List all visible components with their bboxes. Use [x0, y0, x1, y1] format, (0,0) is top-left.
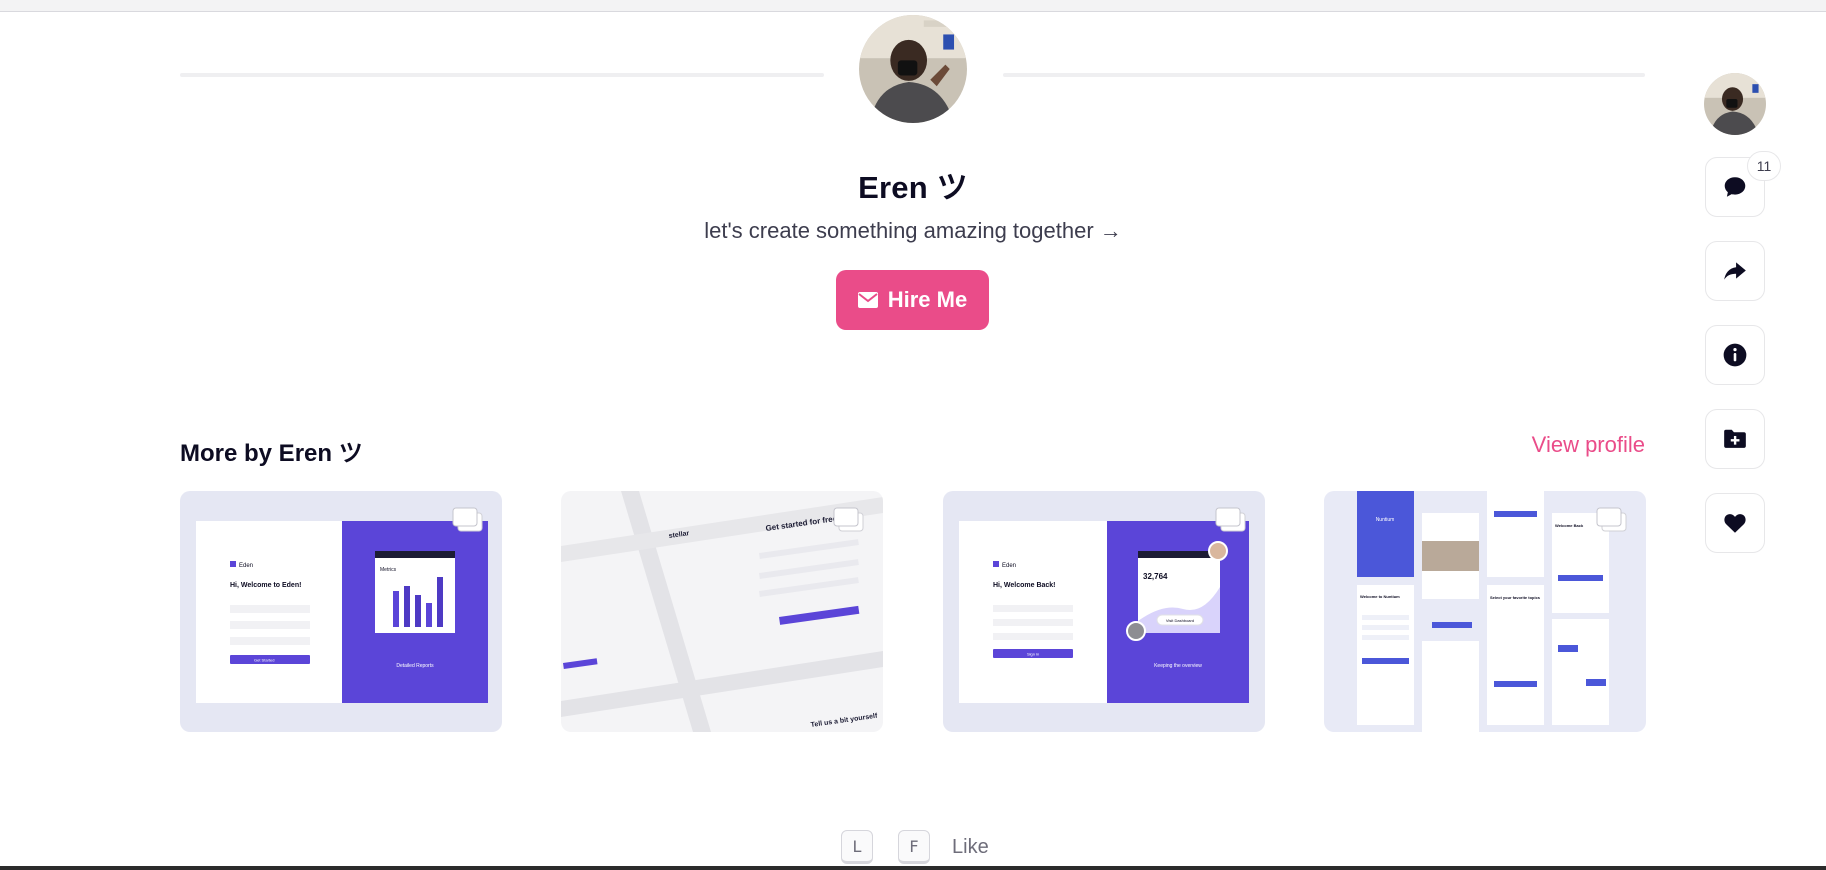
divider-right: [1003, 73, 1645, 77]
multi-shot-icon: [833, 507, 864, 532]
multi-shot-icon: [452, 507, 483, 532]
designer-avatar[interactable]: [859, 15, 967, 123]
hire-me-button[interactable]: Hire Me: [836, 270, 989, 330]
shot-heading: Hi, Welcome to Eden!: [230, 582, 301, 589]
shot-panel-title: Keeping the overview: [1154, 663, 1202, 669]
shot-button-label: Get Started: [254, 658, 274, 663]
shot-stat-value: 32,764: [1143, 572, 1168, 581]
shot-heading-a: Welcome to Nuntium: [1360, 594, 1400, 599]
shot-brand: Eden: [239, 563, 253, 569]
heart-icon: [1724, 514, 1746, 533]
shot-heading-c: Welcome Back: [1555, 523, 1584, 528]
share-icon: [1724, 262, 1746, 280]
avatar-photo: [859, 15, 967, 123]
shot-button-label: Sign in: [1027, 652, 1039, 657]
bottom-edge-strip: [0, 866, 1826, 870]
rail-designer-avatar[interactable]: [1704, 73, 1766, 135]
multi-shot-icon: [1215, 507, 1246, 532]
hire-me-label: Hire Me: [887, 287, 968, 312]
share-button[interactable]: [1705, 241, 1765, 301]
shot-card[interactable]: stellar Get started for free Tell us a b…: [561, 491, 883, 732]
shot-panel-title: Detailed Reports: [396, 663, 434, 669]
more-by-title: More by Eren ツ: [180, 440, 363, 467]
avatar-photo-small: [1704, 73, 1766, 135]
shot-card[interactable]: Eden Hi, Welcome to Eden! Get Started Me…: [180, 491, 502, 732]
shot-card[interactable]: Nuntium Welcome to Nuntium Select your f…: [1324, 491, 1646, 732]
shot-card[interactable]: Eden Hi, Welcome Back! Sign in 32,764 Vi…: [943, 491, 1265, 732]
shortcut-key-f: F: [898, 830, 930, 864]
divider-left: [180, 73, 824, 77]
save-to-collection-button[interactable]: [1705, 409, 1765, 469]
shot-brand: Nuntium: [1376, 517, 1395, 523]
comment-count-badge: 11: [1747, 151, 1781, 181]
info-icon: [1723, 343, 1747, 367]
shot-heading: Hi, Welcome Back!: [993, 582, 1056, 589]
view-profile-link[interactable]: View profile: [1532, 432, 1645, 458]
shot-widget-button: Visit Dashboard: [1166, 618, 1194, 623]
designer-name: Eren ツ: [858, 170, 968, 205]
browser-top-strip: [0, 0, 1826, 12]
info-button[interactable]: [1705, 325, 1765, 385]
like-shortcut-label: Like: [952, 836, 989, 858]
mail-icon: [857, 292, 878, 308]
multi-shot-icon: [1596, 507, 1627, 532]
like-button[interactable]: [1705, 493, 1765, 553]
shortcut-key-l: L: [841, 830, 873, 864]
add-to-collection-icon: [1724, 429, 1746, 448]
comment-icon: [1724, 177, 1746, 197]
shot-brand: Eden: [1002, 563, 1016, 569]
shot-widget-title: Metrics: [380, 567, 397, 573]
shot-heading-b: Select your favorite topics: [1490, 595, 1541, 600]
designer-tagline: let's create something amazing together …: [704, 218, 1122, 243]
